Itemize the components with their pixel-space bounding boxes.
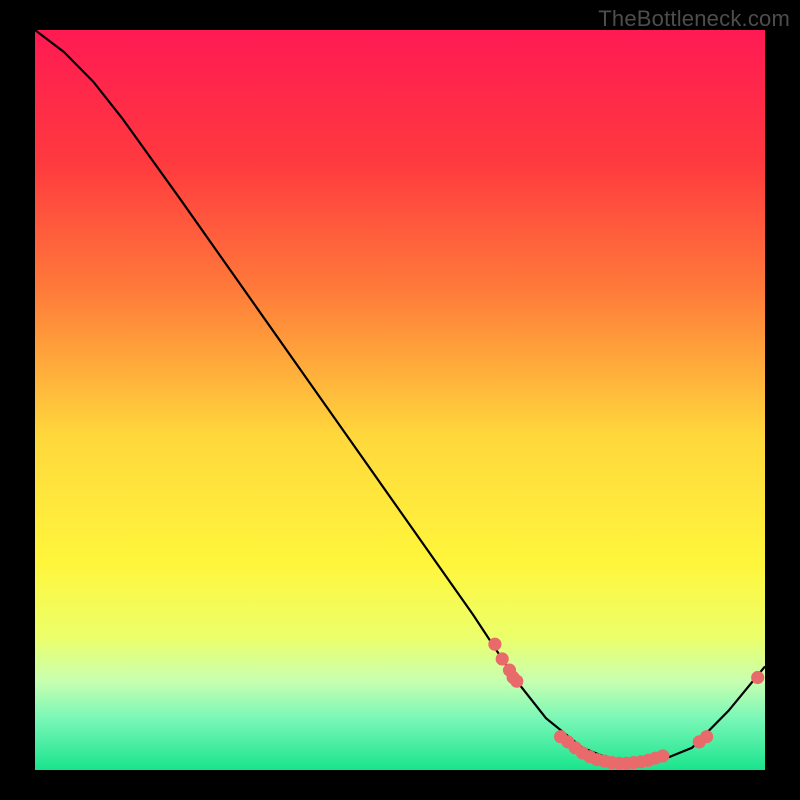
data-marker bbox=[488, 638, 501, 651]
data-marker bbox=[700, 730, 713, 743]
bottleneck-chart bbox=[35, 30, 765, 770]
watermark-text: TheBottleneck.com bbox=[598, 6, 790, 32]
chart-frame: TheBottleneck.com bbox=[0, 0, 800, 800]
plot-area bbox=[35, 30, 765, 770]
gradient-background bbox=[35, 30, 765, 770]
data-marker bbox=[496, 652, 509, 665]
data-marker bbox=[656, 749, 669, 762]
data-marker bbox=[751, 671, 764, 684]
data-marker bbox=[510, 675, 523, 688]
